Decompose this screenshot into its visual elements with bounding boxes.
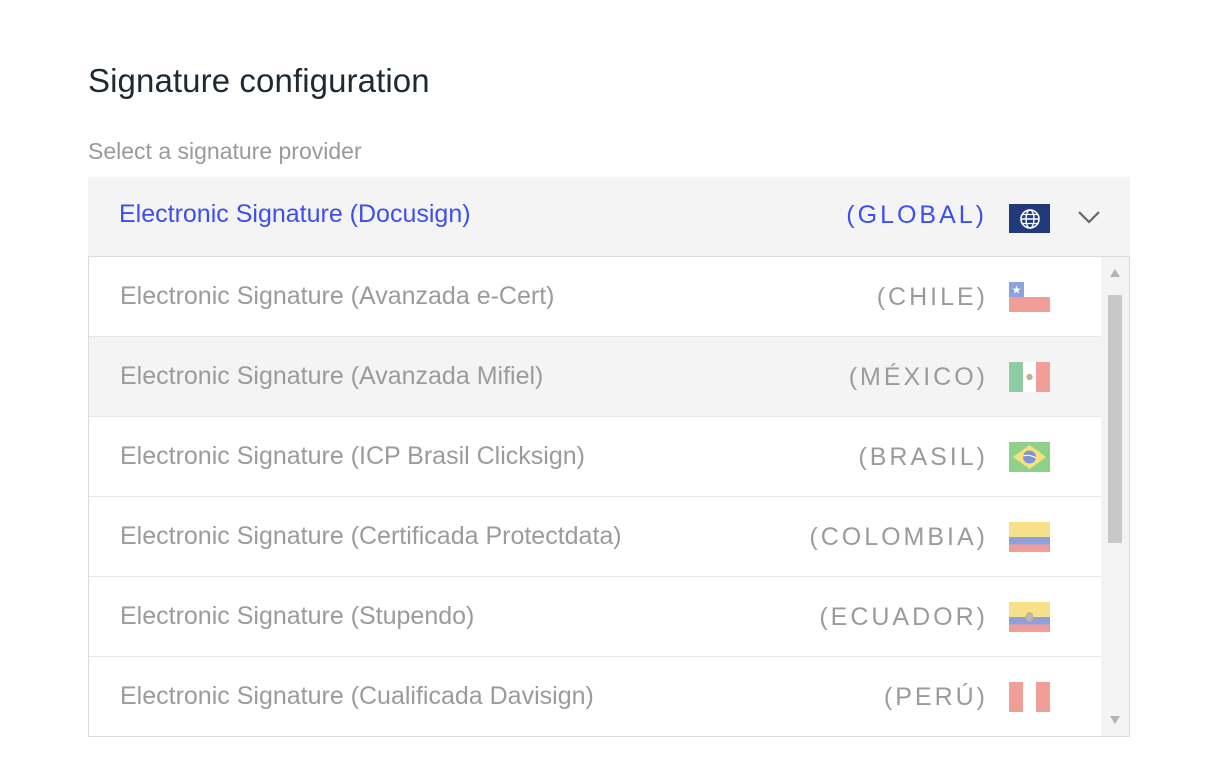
scroll-up-arrow-icon[interactable] bbox=[1110, 269, 1120, 277]
provider-select[interactable]: Electronic Signature (Docusign) (GLOBAL) bbox=[88, 177, 1130, 256]
globe-icon bbox=[1009, 204, 1050, 233]
option-region: (COLOMBIA) bbox=[809, 523, 988, 551]
option-avanzada-mifiel[interactable]: Electronic Signature (Avanzada Mifiel) (… bbox=[89, 337, 1102, 417]
option-name: Electronic Signature (Avanzada e-Cert) bbox=[120, 282, 555, 310]
options-scrollbar[interactable] bbox=[1101, 257, 1129, 736]
option-region: (MÉXICO) bbox=[848, 363, 988, 391]
option-certificada-protectdata[interactable]: Electronic Signature (Certificada Protec… bbox=[89, 497, 1102, 577]
selected-provider-name: Electronic Signature (Docusign) bbox=[119, 200, 471, 228]
chevron-down-icon[interactable] bbox=[1076, 203, 1102, 229]
option-cualificada-davisign[interactable]: Electronic Signature (Cualificada Davisi… bbox=[89, 657, 1102, 736]
option-stupendo[interactable]: Electronic Signature (Stupendo) (ECUADOR… bbox=[89, 577, 1102, 657]
option-avanzada-ecert[interactable]: Electronic Signature (Avanzada e-Cert) (… bbox=[89, 257, 1102, 337]
provider-options-list[interactable]: Electronic Signature (Avanzada e-Cert) (… bbox=[88, 256, 1130, 737]
option-name: Electronic Signature (Cualificada Davisi… bbox=[120, 682, 594, 710]
option-region: (CHILE) bbox=[876, 283, 988, 311]
option-name: Electronic Signature (Stupendo) bbox=[120, 602, 475, 630]
option-region: (BRASIL) bbox=[858, 443, 988, 471]
scrollbar-thumb[interactable] bbox=[1108, 295, 1122, 543]
brazil-flag-icon bbox=[1009, 442, 1050, 472]
option-name: Electronic Signature (ICP Brasil Clicksi… bbox=[120, 442, 585, 470]
page-title: Signature configuration bbox=[88, 62, 430, 99]
provider-field-label: Select a signature provider bbox=[88, 138, 362, 164]
peru-flag-icon bbox=[1009, 682, 1050, 712]
option-region: (ECUADOR) bbox=[819, 603, 988, 631]
mexico-flag-icon bbox=[1009, 362, 1050, 392]
colombia-flag-icon bbox=[1009, 522, 1050, 552]
scroll-down-arrow-icon[interactable] bbox=[1110, 716, 1120, 724]
option-name: Electronic Signature (Avanzada Mifiel) bbox=[120, 362, 544, 390]
chile-flag-icon bbox=[1009, 282, 1050, 312]
selected-provider-region: (GLOBAL) bbox=[846, 201, 987, 229]
option-region: (PERÚ) bbox=[883, 683, 988, 711]
ecuador-flag-icon bbox=[1009, 602, 1050, 632]
option-icp-brasil-clicksign[interactable]: Electronic Signature (ICP Brasil Clicksi… bbox=[89, 417, 1102, 497]
option-name: Electronic Signature (Certificada Protec… bbox=[120, 522, 622, 550]
